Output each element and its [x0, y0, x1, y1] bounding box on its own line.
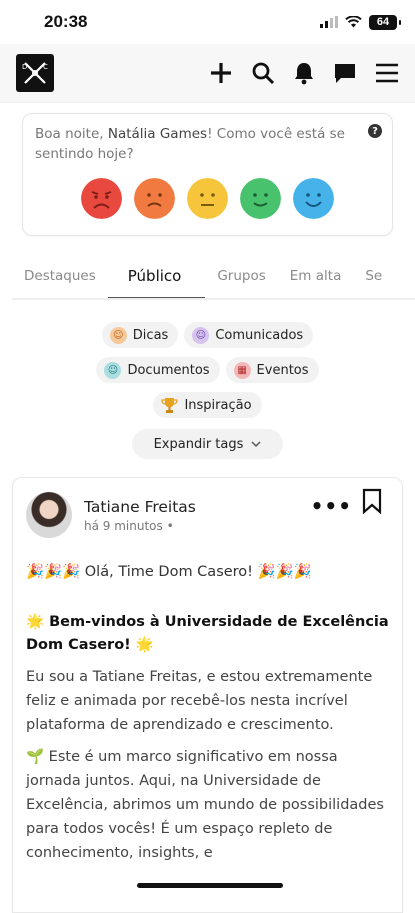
avatar[interactable]: [26, 492, 72, 538]
menu-icon[interactable]: [375, 63, 399, 83]
signal-icon: [320, 16, 338, 28]
tag-label: Eventos: [256, 362, 309, 378]
post-paragraph: 🌱 Este é um marco significativo em nossa…: [26, 749, 384, 861]
post-greeting: 🎉🎉🎉 Olá, Time Dom Casero! 🎉🎉🎉: [26, 564, 312, 580]
neutral-face-icon[interactable]: [187, 178, 228, 219]
trophy-icon: [161, 397, 179, 414]
post-card: Tatiane Freitas há 9 minutos • ••• 🎉🎉🎉 O…: [12, 477, 403, 913]
search-icon[interactable]: [251, 61, 275, 85]
logo-icon[interactable]: D C: [16, 54, 54, 92]
tab-destaques[interactable]: Destaques: [12, 268, 108, 298]
help-icon[interactable]: ?: [368, 124, 382, 138]
more-options-icon[interactable]: •••: [311, 494, 352, 518]
wifi-icon: [345, 16, 362, 28]
svg-text:C: C: [43, 63, 48, 71]
tag-documentos[interactable]: ☺ Documentos: [96, 357, 220, 383]
calendar-icon: ▦: [233, 361, 251, 379]
expand-tags-label: Expandir tags: [153, 436, 244, 452]
mood-card: Boa noite, Natália Games! Como você está…: [22, 113, 393, 236]
post-author[interactable]: Tatiane Freitas: [84, 498, 196, 516]
tab-more[interactable]: Se: [353, 268, 394, 298]
tag-eventos[interactable]: ▦ Eventos: [225, 357, 319, 383]
tag-label: Documentos: [127, 362, 210, 378]
very-sad-face-icon[interactable]: [81, 178, 122, 219]
tab-grupos[interactable]: Grupos: [205, 268, 277, 298]
chevron-down-icon: [251, 440, 261, 447]
svg-text:D: D: [22, 63, 27, 71]
status-indicators: 64: [320, 14, 401, 30]
bell-icon[interactable]: [293, 61, 315, 85]
mood-prompt: Boa noite, Natália Games! Como você está…: [35, 124, 356, 164]
user-name: Natália Games: [107, 126, 208, 142]
mood-faces: [35, 178, 380, 219]
mood-prompt-prefix: Boa noite,: [35, 126, 108, 142]
battery-icon: 64: [369, 14, 401, 30]
tag-label: Dicas: [132, 327, 169, 343]
app-header: D C: [0, 44, 415, 103]
chat-icon[interactable]: [333, 62, 357, 84]
post-time: há 9 minutos •: [84, 518, 174, 533]
lightbulb-icon: ☺: [109, 326, 127, 344]
home-indicator[interactable]: [137, 883, 283, 888]
post-welcome: 🌟 Bem-vindos à Universidade de Excelênci…: [26, 614, 389, 653]
tab-em-alta[interactable]: Em alta: [278, 268, 354, 298]
expand-tags-button[interactable]: Expandir tags: [131, 429, 284, 459]
status-time: 20:38: [44, 12, 88, 31]
status-bar: 20:38 64: [0, 0, 415, 44]
document-icon: ☺: [104, 361, 122, 379]
tag-filters: ☺ Dicas ☺ Comunicados ☺ Documentos ▦ Eve…: [0, 322, 415, 459]
tab-publico[interactable]: Público: [107, 267, 206, 298]
tag-dicas[interactable]: ☺ Dicas: [101, 322, 179, 348]
happy-face-icon[interactable]: [240, 178, 281, 219]
tag-comunicados[interactable]: ☺ Comunicados: [184, 322, 314, 348]
megaphone-icon: ☺: [192, 326, 210, 344]
plus-icon[interactable]: [209, 61, 233, 85]
tag-inspiracao[interactable]: Inspiração: [153, 392, 262, 418]
sad-face-icon[interactable]: [134, 178, 175, 219]
very-happy-face-icon[interactable]: [293, 178, 334, 219]
post-paragraph: Eu sou a Tatiane Freitas, e estou extrem…: [26, 669, 373, 733]
feed-tabs: Destaques Público Grupos Em alta Se: [12, 254, 415, 300]
tag-label: Inspiração: [184, 397, 252, 413]
tag-label: Comunicados: [215, 327, 304, 343]
bookmark-icon[interactable]: [362, 488, 382, 518]
